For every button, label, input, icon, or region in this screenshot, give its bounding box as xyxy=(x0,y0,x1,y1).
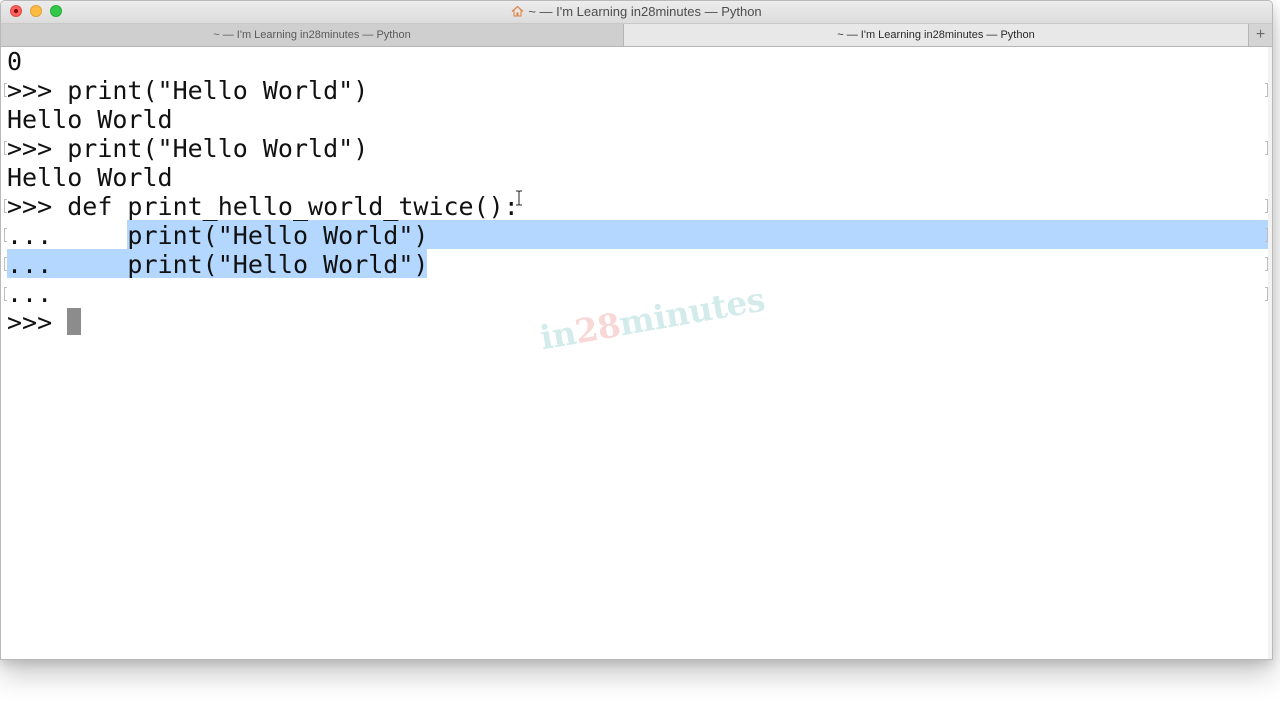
line-text: 0 xyxy=(7,47,23,76)
line-prompt: >>> xyxy=(7,134,68,163)
watermark-logo: in28minutes xyxy=(537,280,768,358)
line-prompt: >>> xyxy=(7,308,68,337)
tab-1[interactable]: ~ — I'm Learning in28minutes — Python xyxy=(1,24,624,46)
window-title: ~ — I'm Learning in28minutes — Python xyxy=(1,4,1272,19)
tab-2-active[interactable]: ~ — I'm Learning in28minutes — Python xyxy=(624,24,1248,46)
line-text: Hello World xyxy=(7,105,173,134)
terminal-line: 0 xyxy=(7,47,22,76)
line-text: print("Hello World") xyxy=(67,250,429,279)
home-icon xyxy=(511,5,524,17)
line-prompt: >>> xyxy=(7,192,68,221)
ibeam-cursor-icon xyxy=(516,190,522,206)
terminal-line: ... print("Hello World") xyxy=(7,221,428,250)
text-cursor xyxy=(67,308,81,335)
terminal-line: >>> print("Hello World") xyxy=(7,134,368,163)
terminal-line: ... print("Hello World") xyxy=(7,250,428,279)
line-text: print("Hello World") xyxy=(67,76,369,105)
tab-bar: ~ — I'm Learning in28minutes — Python ~ … xyxy=(1,24,1272,47)
line-prompt: ... xyxy=(7,221,68,250)
line-prompt: ... xyxy=(7,250,68,279)
line-text: Hello World xyxy=(7,163,173,192)
terminal-line: >>> print("Hello World") xyxy=(7,76,368,105)
terminal-line: Hello World xyxy=(7,105,173,134)
line-text: print("Hello World") xyxy=(67,221,429,250)
watermark-part: 28 xyxy=(571,305,624,352)
line-text: print("Hello World") xyxy=(67,134,369,163)
window-title-text: ~ — I'm Learning in28minutes — Python xyxy=(528,4,762,19)
terminal-content[interactable]: 0 >>> print("Hello World") Hello World >… xyxy=(1,47,1268,659)
terminal-line: ... xyxy=(7,279,52,308)
terminal-line: >>> def print_hello_world_twice(): xyxy=(7,192,519,221)
terminal-line: Hello World xyxy=(7,163,173,192)
terminal-window: ~ — I'm Learning in28minutes — Python ~ … xyxy=(0,0,1273,660)
line-text: def print_hello_world_twice(): xyxy=(67,192,519,221)
watermark-part: minutes xyxy=(616,279,768,344)
title-bar[interactable]: ~ — I'm Learning in28minutes — Python xyxy=(1,1,1272,24)
new-tab-button[interactable]: + xyxy=(1248,24,1272,46)
line-prompt: >>> xyxy=(7,76,68,105)
terminal-line: >>> xyxy=(7,308,67,337)
line-prompt: ... xyxy=(7,279,53,308)
scrollbar[interactable] xyxy=(1268,47,1272,659)
